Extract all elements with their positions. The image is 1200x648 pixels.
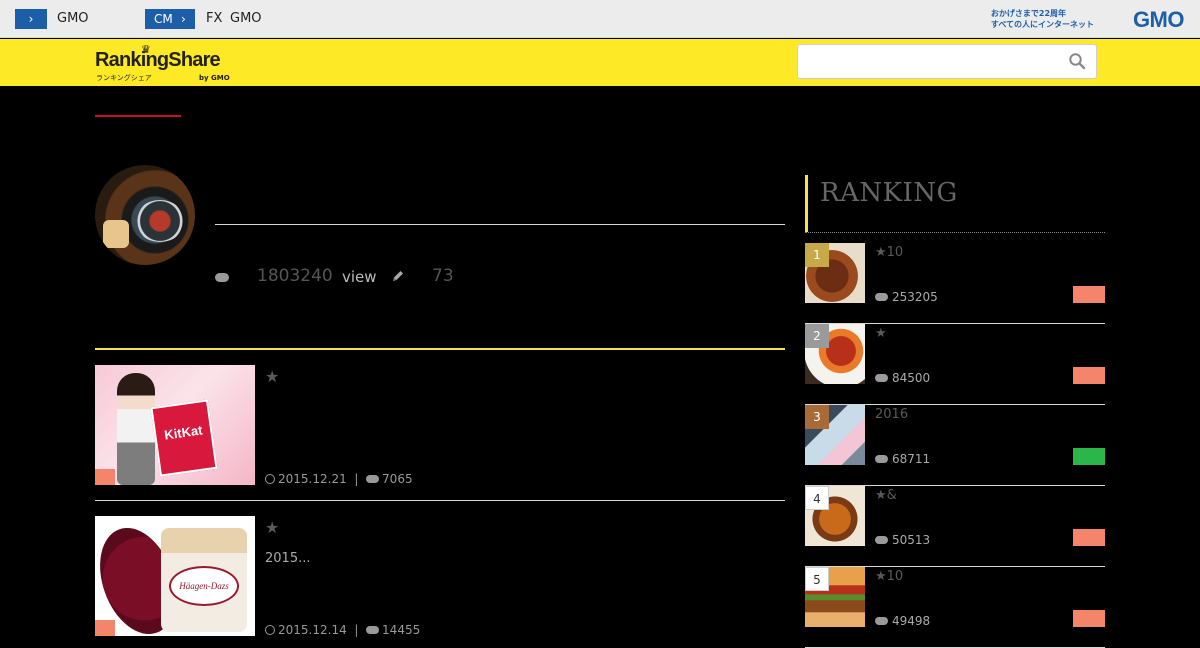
view-bubble-icon bbox=[366, 475, 380, 483]
rank-number-badge: 3 bbox=[805, 405, 829, 429]
profile-post-count: 73 bbox=[432, 266, 454, 286]
view-bubble-icon bbox=[366, 626, 380, 634]
ranking-view-count: 253205 bbox=[892, 290, 938, 304]
article-excerpt: 2015... bbox=[265, 551, 311, 566]
fx-label[interactable]: FX bbox=[206, 11, 222, 26]
ranking-item[interactable]: 2 ★ 84500 bbox=[805, 324, 1105, 405]
cm-button[interactable]: CM › bbox=[145, 9, 195, 29]
ranking-title[interactable]: ★ bbox=[875, 326, 887, 341]
search-icon[interactable] bbox=[1068, 52, 1086, 70]
meta-separator: | bbox=[354, 623, 359, 637]
article-thumbnail[interactable]: KitKat bbox=[95, 365, 255, 485]
article-views: 7065 bbox=[382, 472, 413, 486]
tagline-line-1: おかげさまで22周年 bbox=[990, 9, 1067, 18]
logo-subtitle: ランキングシェア bbox=[96, 74, 152, 82]
ranking-view-count: 50513 bbox=[892, 533, 931, 547]
kitkat-box-text: KitKat bbox=[163, 422, 204, 443]
article-star-icon: ★ bbox=[265, 367, 280, 386]
ranking-thumbnail[interactable]: 2 bbox=[805, 324, 865, 384]
chevron-right-icon: › bbox=[181, 12, 186, 26]
logo-text: RankingShare bbox=[95, 49, 221, 71]
rank-number-badge: 2 bbox=[805, 324, 829, 348]
view-bubble-icon bbox=[875, 455, 888, 463]
ranking-title[interactable]: ★10 bbox=[875, 569, 903, 584]
ranking-item[interactable]: 1 ★10 253205 bbox=[805, 243, 1105, 324]
avatar-bowl-image bbox=[135, 200, 185, 242]
ranking-views: 253205 bbox=[875, 290, 938, 304]
search-input[interactable] bbox=[804, 49, 1054, 75]
ranking-item[interactable]: 3 2016 68711 bbox=[805, 405, 1105, 486]
gmo-group-label[interactable]: GMO bbox=[57, 11, 89, 26]
cm-label: CM bbox=[154, 12, 173, 26]
ranking-view-count: 68711 bbox=[892, 452, 931, 466]
gmo-top-bar: › GMO CM › FX GMO おかげさまで22周年 すべての人にインターネ… bbox=[0, 0, 1200, 38]
ranking-views: 49498 bbox=[875, 614, 930, 628]
ranking-view-count: 84500 bbox=[892, 371, 931, 385]
clock-icon bbox=[265, 625, 275, 635]
haagen-dazs-label: Häagen-Dazs bbox=[169, 566, 239, 606]
tagline-line-2: すべての人にインターネット bbox=[990, 20, 1094, 29]
profile-view-count: 1803240 bbox=[257, 266, 333, 286]
ranking-thumbnail[interactable]: 1 bbox=[805, 243, 865, 303]
ranking-thumbnail[interactable]: 3 bbox=[805, 405, 865, 465]
profile-view-unit: view bbox=[342, 268, 377, 286]
view-bubble-icon bbox=[875, 536, 888, 544]
thumbnail-person-image bbox=[117, 373, 155, 485]
article-divider bbox=[95, 500, 785, 501]
category-badge[interactable] bbox=[1073, 367, 1105, 384]
article-date: 2015.12.14 bbox=[278, 623, 347, 637]
pencil-icon bbox=[393, 271, 403, 281]
article-meta: 2015.12.14 | 14455 bbox=[265, 623, 420, 637]
category-badge[interactable] bbox=[1073, 448, 1105, 465]
ranking-share-logo[interactable]: ♛ RankingShare ランキングシェア by GMO bbox=[95, 43, 235, 83]
ranking-views: 68711 bbox=[875, 452, 930, 466]
ranking-title[interactable]: 2016 bbox=[875, 407, 908, 422]
ranking-views: 50513 bbox=[875, 533, 930, 547]
view-bubble-icon bbox=[215, 273, 229, 282]
rank-number-badge: 5 bbox=[805, 567, 829, 591]
logo-by-gmo: by GMO bbox=[199, 74, 230, 82]
ranking-title[interactable]: ★& bbox=[875, 488, 897, 503]
ranking-view-count: 49498 bbox=[892, 614, 931, 628]
category-badge[interactable] bbox=[1073, 610, 1105, 627]
kitkat-box-image: KitKat bbox=[150, 399, 218, 477]
clock-icon bbox=[265, 474, 275, 484]
view-bubble-icon bbox=[875, 293, 888, 301]
title-accent-line bbox=[95, 115, 181, 117]
category-tag bbox=[95, 620, 115, 636]
article-views: 14455 bbox=[382, 623, 421, 637]
article-meta: 2015.12.21 | 7065 bbox=[265, 472, 413, 486]
ranking-dotted-divider bbox=[805, 232, 1105, 233]
category-tag bbox=[95, 469, 115, 485]
ranking-title[interactable]: ★10 bbox=[875, 245, 903, 260]
meta-separator: | bbox=[354, 472, 359, 486]
gmo-tagline: おかげさまで22周年 すべての人にインターネット bbox=[991, 8, 1094, 30]
profile-divider bbox=[215, 224, 785, 225]
articles-divider bbox=[95, 348, 785, 350]
article-thumbnail[interactable]: Häagen-Dazs bbox=[95, 516, 255, 636]
rank-number-badge: 1 bbox=[805, 243, 829, 267]
ranking-heading-text: RANKING bbox=[820, 178, 958, 208]
ranking-thumbnail[interactable]: 5 bbox=[805, 567, 865, 627]
category-badge[interactable] bbox=[1073, 286, 1105, 303]
rank-number-badge: 4 bbox=[805, 486, 829, 510]
view-bubble-icon bbox=[875, 374, 888, 382]
chevron-right-icon: › bbox=[28, 12, 34, 26]
article-date: 2015.12.21 bbox=[278, 472, 347, 486]
ranking-item[interactable]: 5 ★10 49498 bbox=[805, 567, 1105, 648]
gmo-logo[interactable]: GMO bbox=[1133, 7, 1185, 33]
ranking-views: 84500 bbox=[875, 371, 930, 385]
user-avatar[interactable] bbox=[95, 165, 195, 265]
category-badge[interactable] bbox=[1073, 529, 1105, 546]
view-bubble-icon bbox=[875, 617, 888, 625]
ranking-heading: RANKING bbox=[805, 175, 1105, 232]
ranking-item[interactable]: 4 ★& 50513 bbox=[805, 486, 1105, 567]
gmo-group-link-button[interactable]: › bbox=[15, 9, 47, 29]
gmo-cm-label[interactable]: GMO bbox=[230, 11, 262, 26]
site-header: ♛ RankingShare ランキングシェア by GMO bbox=[0, 39, 1200, 86]
ranking-thumbnail[interactable]: 4 bbox=[805, 486, 865, 546]
avatar-bread-image bbox=[103, 220, 129, 248]
article-star-icon: ★ bbox=[265, 518, 280, 537]
search-box bbox=[797, 44, 1097, 79]
